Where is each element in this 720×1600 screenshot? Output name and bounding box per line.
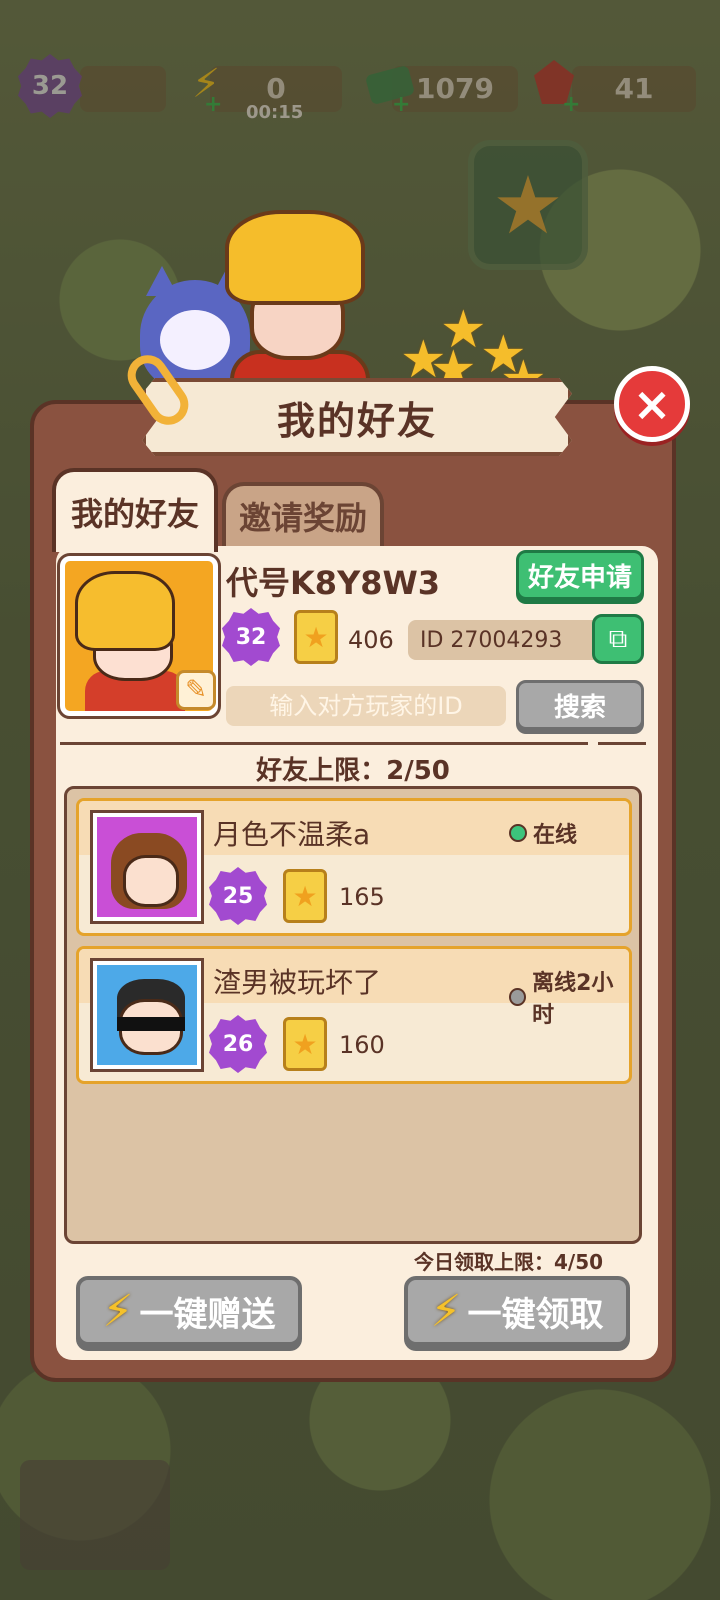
divider xyxy=(598,742,646,745)
star-clipboard-icon: ★ xyxy=(294,610,338,664)
copy-id-button[interactable]: ⧉ xyxy=(592,614,644,664)
player-id: ID 27004293 xyxy=(408,620,600,660)
title-ribbon: 我的好友 xyxy=(142,378,572,456)
friend-name: 渣男被玩坏了 xyxy=(213,966,382,999)
send-all-button[interactable]: ⚡ 一键赠送 xyxy=(76,1276,302,1346)
player-id-search-input[interactable] xyxy=(226,686,506,726)
friend-stars: 160 xyxy=(339,1031,385,1059)
friend-level-badge: 25 xyxy=(209,867,267,925)
star-pile-icon: ★ ★ ★ ★ ★ xyxy=(400,300,547,410)
friend-avatar[interactable] xyxy=(90,810,204,924)
friend-card[interactable]: 月色不温柔a 在线 25 ★ 165 xyxy=(76,798,632,936)
player-name: 代号K8Y8W3 xyxy=(226,564,441,602)
bolt-icon: ⚡ xyxy=(430,1285,462,1337)
friend-level-badge: 26 xyxy=(209,1015,267,1073)
offline-dot-icon xyxy=(509,988,527,1006)
daily-claim-limit: 今日领取上限：4/50 xyxy=(414,1250,604,1274)
friend-avatar[interactable] xyxy=(90,958,204,1072)
friend-status: 离线2小时 xyxy=(509,965,629,1029)
friend-status: 在线 xyxy=(509,817,577,849)
close-button[interactable]: × xyxy=(614,366,690,442)
star-clipboard-icon: ★ xyxy=(283,869,327,923)
friend-card[interactable]: 渣男被玩坏了 离线2小时 26 ★ 160 xyxy=(76,946,632,1084)
search-button[interactable]: 搜索 xyxy=(516,680,644,730)
online-dot-icon xyxy=(509,824,527,842)
claim-all-button[interactable]: ⚡ 一键领取 xyxy=(404,1276,630,1346)
tab-my-friends[interactable]: 我的好友 xyxy=(52,468,218,552)
friend-limit-text: 好友上限：2/50 xyxy=(256,756,450,786)
star-clipboard-icon: ★ xyxy=(283,1017,327,1071)
bolt-icon: ⚡ xyxy=(102,1285,134,1337)
friend-request-button[interactable]: 好友申请 xyxy=(516,550,644,600)
friend-name: 月色不温柔a xyxy=(213,818,371,851)
player-stars: 406 xyxy=(348,626,394,654)
friend-stars: 165 xyxy=(339,883,385,911)
edit-avatar-icon[interactable]: ✎ xyxy=(176,670,216,710)
divider xyxy=(60,742,588,745)
tab-invite-rewards[interactable]: 邀请奖励 xyxy=(222,482,384,546)
panel-title: 我的好友 xyxy=(276,398,437,443)
king-character xyxy=(220,210,370,410)
